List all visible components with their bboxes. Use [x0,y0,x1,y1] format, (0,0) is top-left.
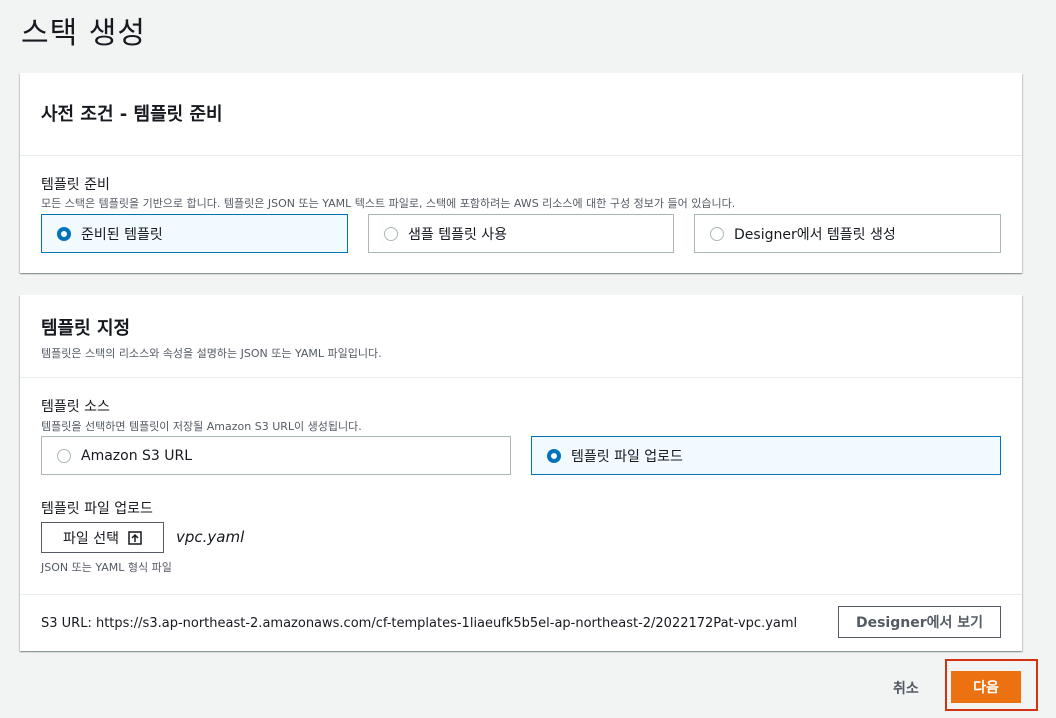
next-button[interactable]: 다음 [951,671,1021,703]
radio-unchecked-icon[interactable] [710,226,724,241]
page-title: 스택 생성 [21,16,146,51]
radio-unchecked-icon[interactable] [384,226,398,241]
radio-checked-icon[interactable] [547,448,561,463]
prerequisite-header: 사전 조건 - 템플릿 준비 [20,73,1022,156]
radio-checked-icon[interactable] [57,226,71,241]
option-label: Amazon S3 URL [81,447,193,464]
selected-file-name: vpc.yaml [176,528,245,546]
upload-file-label: 템플릿 파일 업로드 [41,501,153,517]
template-source-desc: 템플릿을 선택하면 템플릿이 저장될 Amazon S3 URL이 생성됩니다. [41,420,362,433]
option-template-ready[interactable]: 준비된 템플릿 [41,214,348,253]
prepare-template-desc: 모든 스택은 템플릿을 기반으로 합니다. 템플릿은 JSON 또는 YAML … [41,197,736,210]
option-upload-template-file[interactable]: 템플릿 파일 업로드 [531,436,1001,475]
upload-icon [128,530,142,545]
s3-url-text: S3 URL: https://s3.ap-northeast-2.amazon… [41,616,798,631]
template-source-label: 템플릿 소스 [41,399,110,415]
specify-template-header: 템플릿 지정 템플릿은 스택의 리소스와 속성을 설명하는 JSON 또는 YA… [20,295,1022,378]
option-label: 샘플 템플릿 사용 [408,226,508,243]
option-label: 준비된 템플릿 [81,226,163,243]
view-in-designer-button[interactable]: Designer에서 보기 [838,606,1001,638]
prerequisite-title: 사전 조건 - 템플릿 준비 [41,104,223,125]
option-create-in-designer[interactable]: Designer에서 템플릿 생성 [694,214,1001,253]
choose-file-label: 파일 선택 [63,530,119,547]
option-sample-template[interactable]: 샘플 템플릿 사용 [368,214,674,253]
specify-template-panel: 템플릿 지정 템플릿은 스택의 리소스와 속성을 설명하는 JSON 또는 YA… [20,295,1022,651]
choose-file-button[interactable]: 파일 선택 [41,522,164,553]
prerequisite-panel: 사전 조건 - 템플릿 준비 템플릿 준비 모든 스택은 템플릿을 기반으로 합… [20,73,1022,273]
option-label: 템플릿 파일 업로드 [571,448,683,465]
specify-template-title: 템플릿 지정 [41,318,131,339]
file-format-hint: JSON 또는 YAML 형식 파일 [41,561,172,574]
prepare-template-label: 템플릿 준비 [41,177,110,193]
option-label: Designer에서 템플릿 생성 [734,226,896,243]
radio-unchecked-icon[interactable] [57,448,71,463]
specify-template-desc: 템플릿은 스택의 리소스와 속성을 설명하는 JSON 또는 YAML 파일입니… [41,347,382,360]
option-amazon-s3-url[interactable]: Amazon S3 URL [41,436,511,475]
cancel-button[interactable]: 취소 [893,678,919,698]
s3-url-row: S3 URL: https://s3.ap-northeast-2.amazon… [20,594,1022,651]
